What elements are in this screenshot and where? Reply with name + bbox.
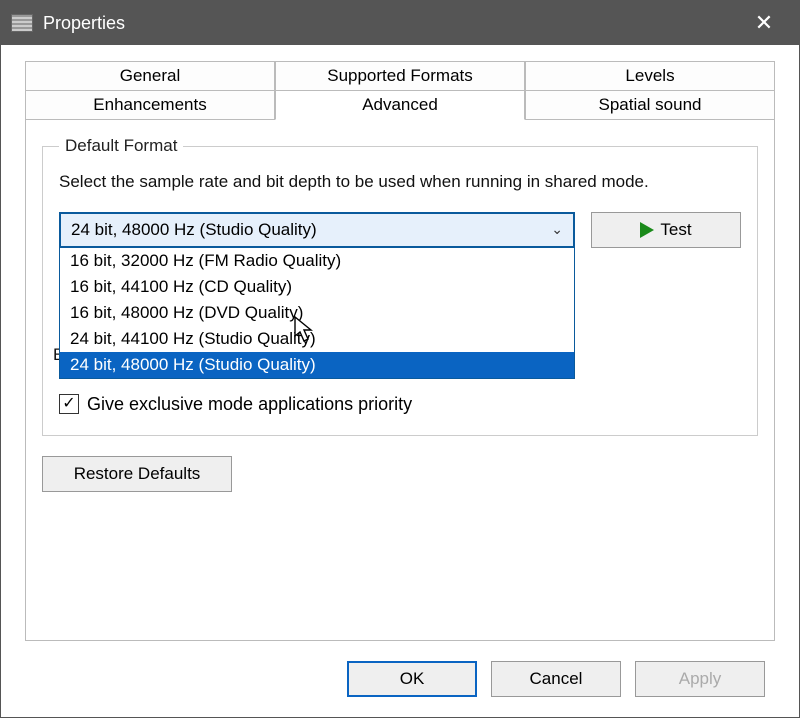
format-option[interactable]: 24 bit, 44100 Hz (Studio Quality) — [60, 326, 574, 352]
test-button-label: Test — [660, 220, 691, 240]
format-combo-selected: 24 bit, 48000 Hz (Studio Quality) — [71, 220, 317, 240]
format-option[interactable]: 16 bit, 48000 Hz (DVD Quality) — [60, 300, 574, 326]
audio-device-icon — [11, 14, 33, 32]
window-title: Properties — [43, 13, 739, 34]
default-format-desc: Select the sample rate and bit depth to … — [59, 170, 741, 194]
tab-levels[interactable]: Levels — [525, 61, 775, 91]
close-button[interactable]: ✕ — [739, 1, 789, 45]
play-icon — [640, 222, 654, 238]
properties-window: Properties ✕ General Supported Formats L… — [0, 0, 800, 718]
format-combo[interactable]: 24 bit, 48000 Hz (Studio Quality) ⌄ 16 b… — [59, 212, 575, 248]
title-bar[interactable]: Properties ✕ — [1, 1, 799, 45]
dialog-content: General Supported Formats Levels Enhance… — [1, 45, 799, 717]
restore-defaults-button[interactable]: Restore Defaults — [42, 456, 232, 492]
tab-general[interactable]: General — [25, 61, 275, 91]
test-button[interactable]: Test — [591, 212, 741, 248]
exclusive-priority-row[interactable]: ✓ Give exclusive mode applications prior… — [59, 394, 741, 415]
dialog-buttons: OK Cancel Apply — [17, 651, 783, 717]
format-combo-list: 16 bit, 32000 Hz (FM Radio Quality) 16 b… — [59, 248, 575, 379]
format-combo-box[interactable]: 24 bit, 48000 Hz (Studio Quality) ⌄ — [59, 212, 575, 248]
format-option[interactable]: 16 bit, 32000 Hz (FM Radio Quality) — [60, 248, 574, 274]
exclusive-priority-checkbox[interactable]: ✓ — [59, 394, 79, 414]
chevron-down-icon: ⌄ — [551, 221, 563, 238]
ok-button[interactable]: OK — [347, 661, 477, 697]
exclusive-priority-label: Give exclusive mode applications priorit… — [87, 394, 412, 415]
apply-button[interactable]: Apply — [635, 661, 765, 697]
default-format-legend: Default Format — [59, 136, 183, 156]
default-format-group: Default Format Select the sample rate an… — [42, 136, 758, 436]
format-option-selected[interactable]: 24 bit, 48000 Hz (Studio Quality) — [60, 352, 574, 378]
tab-advanced[interactable]: Advanced — [275, 90, 525, 120]
tab-spatial-sound[interactable]: Spatial sound — [525, 90, 775, 120]
cancel-button[interactable]: Cancel — [491, 661, 621, 697]
format-option[interactable]: 16 bit, 44100 Hz (CD Quality) — [60, 274, 574, 300]
tab-strip: General Supported Formats Levels Enhance… — [17, 61, 783, 119]
tab-advanced-body: Default Format Select the sample rate an… — [25, 119, 775, 641]
tab-supported-formats[interactable]: Supported Formats — [275, 61, 525, 91]
tab-enhancements[interactable]: Enhancements — [25, 90, 275, 120]
close-icon: ✕ — [755, 10, 773, 36]
